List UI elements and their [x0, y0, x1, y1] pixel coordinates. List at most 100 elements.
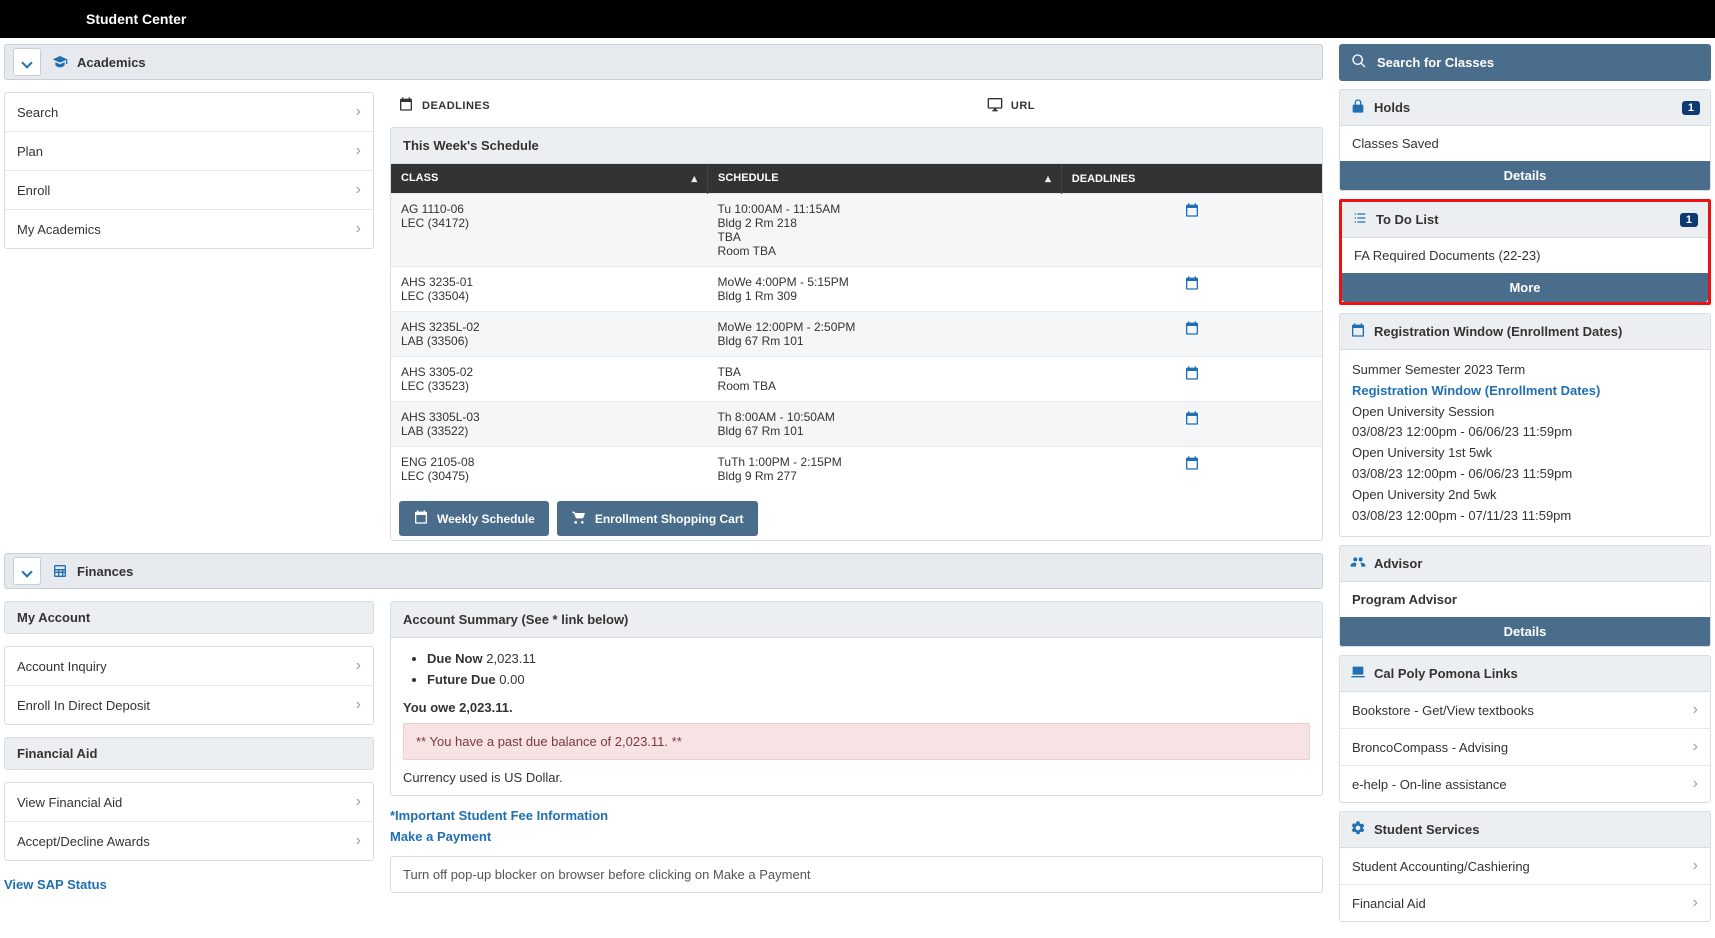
- advisor-title: Advisor: [1374, 556, 1422, 571]
- schedule-table: CLASS▴ SCHEDULE▴ DEADLINES AG 1110-06LEC…: [391, 164, 1322, 491]
- deadlines-cell[interactable]: [1061, 402, 1322, 447]
- cpp-link-bookstore[interactable]: Bookstore - Get/View textbooks ›: [1340, 692, 1710, 728]
- schedule-cell: TuTh 1:00PM - 2:15PMBldg 9 Rm 277: [708, 447, 1062, 492]
- cart-icon: [571, 509, 587, 528]
- col-class[interactable]: CLASS▴: [391, 164, 708, 194]
- search-classes-label: Search for Classes: [1377, 55, 1494, 70]
- menu-item-my-academics[interactable]: My Academics›: [5, 209, 373, 248]
- holds-details-button[interactable]: Details: [1340, 161, 1710, 190]
- shopping-cart-button[interactable]: Enrollment Shopping Cart: [557, 501, 758, 536]
- schedule-cell: MoWe 4:00PM - 5:15PMBldg 1 Rm 309: [708, 267, 1062, 312]
- deadlines-shortcut[interactable]: DEADLINES: [398, 96, 490, 115]
- chevron-right-icon: ›: [356, 181, 361, 199]
- menu-item-label: Enroll In Direct Deposit: [17, 698, 150, 713]
- menu-item-label: Accept/Decline Awards: [17, 834, 150, 849]
- class-cell: AHS 3305-02LEC (33523): [391, 357, 708, 402]
- reg-window-link[interactable]: Registration Window (Enrollment Dates): [1352, 383, 1600, 398]
- deadlines-cell[interactable]: [1061, 447, 1322, 492]
- academics-menu: Search› Plan › Enroll › My Academics›: [4, 92, 374, 249]
- menu-item-enroll[interactable]: Enroll ›: [5, 170, 373, 209]
- url-shortcut[interactable]: URL: [987, 96, 1035, 115]
- fee-info-link[interactable]: *Important Student Fee Information: [390, 808, 608, 823]
- deadlines-cell[interactable]: [1061, 312, 1322, 357]
- sort-icon: ▴: [692, 172, 698, 185]
- link-label: Financial Aid: [1352, 896, 1426, 911]
- you-owe-text: You owe 2,023.11.: [403, 700, 1310, 715]
- finances-label: Finances: [77, 564, 133, 579]
- reg-line: Open University 2nd 5wk: [1352, 485, 1698, 506]
- link-label: Bookstore - Get/View textbooks: [1352, 703, 1534, 718]
- chevron-down-icon: [23, 564, 31, 579]
- chevron-right-icon: ›: [1693, 701, 1698, 719]
- due-now-label: Due Now: [427, 651, 483, 666]
- my-account-menu: Account Inquiry› Enroll In Direct Deposi…: [4, 646, 374, 725]
- week-schedule-title: This Week's Schedule: [391, 128, 1322, 164]
- cpp-link-broncocompass[interactable]: BroncoCompass - Advising›: [1340, 728, 1710, 765]
- link-label: Student Accounting/Cashiering: [1352, 859, 1530, 874]
- collapse-academics-button[interactable]: [13, 48, 41, 76]
- shopping-cart-label: Enrollment Shopping Cart: [595, 512, 744, 526]
- week-schedule-card: This Week's Schedule CLASS▴ SCHEDULE▴ DE…: [390, 127, 1323, 541]
- collapse-finances-button[interactable]: [13, 557, 41, 585]
- menu-item-view-fa[interactable]: View Financial Aid›: [5, 783, 373, 821]
- menu-item-account-inquiry[interactable]: Account Inquiry›: [5, 647, 373, 685]
- class-cell: AHS 3235-01LEC (33504): [391, 267, 708, 312]
- table-row: AHS 3305L-03LAB (33522)Th 8:00AM - 10:50…: [391, 402, 1322, 447]
- academics-label: Academics: [77, 55, 146, 70]
- deadlines-cell[interactable]: [1061, 357, 1322, 402]
- past-due-alert: ** You have a past due balance of 2,023.…: [403, 723, 1310, 760]
- menu-item-label: View Financial Aid: [17, 795, 122, 810]
- class-cell: AHS 3235L-02LAB (33506): [391, 312, 708, 357]
- menu-item-label: Enroll: [17, 183, 50, 198]
- menu-item-accept-awards[interactable]: Accept/Decline Awards›: [5, 821, 373, 860]
- financial-aid-menu: View Financial Aid› Accept/Decline Award…: [4, 782, 374, 861]
- table-row: AG 1110-06LEC (34172)Tu 10:00AM - 11:15A…: [391, 194, 1322, 267]
- cpp-link-ehelp[interactable]: e-help - On-line assistance›: [1340, 765, 1710, 802]
- advisor-panel: Advisor Program Advisor Details: [1339, 545, 1711, 647]
- reg-line: 03/08/23 12:00pm - 07/11/23 11:59pm: [1352, 506, 1698, 527]
- col-schedule[interactable]: SCHEDULE▴: [708, 164, 1062, 194]
- weekly-schedule-button[interactable]: Weekly Schedule: [399, 501, 549, 536]
- todo-item[interactable]: FA Required Documents (22-23): [1342, 238, 1708, 273]
- page-title: Student Center: [86, 11, 186, 27]
- student-services-panel: Student Services Student Accounting/Cash…: [1339, 811, 1711, 922]
- table-row: AHS 3235-01LEC (33504)MoWe 4:00PM - 5:15…: [391, 267, 1322, 312]
- cpp-links-panel: Cal Poly Pomona Links Bookstore - Get/Vi…: [1339, 655, 1711, 803]
- chevron-down-icon: [23, 55, 31, 70]
- holds-badge: 1: [1682, 101, 1700, 115]
- link-label: BroncoCompass - Advising: [1352, 740, 1508, 755]
- reg-line: 03/08/23 12:00pm - 06/06/23 11:59pm: [1352, 422, 1698, 443]
- make-payment-link[interactable]: Make a Payment: [390, 829, 491, 844]
- schedule-cell: Th 8:00AM - 10:50AMBldg 67 Rm 101: [708, 402, 1062, 447]
- todo-title: To Do List: [1376, 212, 1439, 227]
- advisor-details-button[interactable]: Details: [1340, 617, 1710, 646]
- menu-item-label: Plan: [17, 144, 43, 159]
- list-icon: [1352, 210, 1368, 229]
- search-classes-button[interactable]: Search for Classes: [1339, 44, 1711, 81]
- chevron-right-icon: ›: [1693, 894, 1698, 912]
- globe-icon: [1350, 664, 1366, 683]
- menu-item-label: Search: [17, 105, 58, 120]
- chevron-right-icon: ›: [1693, 857, 1698, 875]
- service-link-cashiering[interactable]: Student Accounting/Cashiering ›: [1340, 848, 1710, 884]
- topbar: Student Center: [0, 0, 1715, 38]
- class-cell: ENG 2105-08LEC (30475): [391, 447, 708, 492]
- reg-line: 03/08/23 12:00pm - 06/06/23 11:59pm: [1352, 464, 1698, 485]
- class-cell: AHS 3305L-03LAB (33522): [391, 402, 708, 447]
- col-deadlines[interactable]: DEADLINES: [1061, 164, 1322, 194]
- menu-item-search[interactable]: Search›: [5, 93, 373, 131]
- deadlines-cell[interactable]: [1061, 267, 1322, 312]
- todo-more-button[interactable]: More: [1342, 273, 1708, 302]
- menu-item-plan[interactable]: Plan ›: [5, 131, 373, 170]
- account-summary-card: Account Summary (See * link below) Due N…: [390, 601, 1323, 796]
- table-row: AHS 3305-02LEC (33523)TBARoom TBA: [391, 357, 1322, 402]
- view-sap-link[interactable]: View SAP Status: [4, 877, 107, 892]
- deadlines-cell[interactable]: [1061, 194, 1322, 267]
- holds-item[interactable]: Classes Saved: [1340, 126, 1710, 161]
- menu-item-label: Account Inquiry: [17, 659, 107, 674]
- service-link-financial-aid[interactable]: Financial Aid ›: [1340, 884, 1710, 921]
- todo-badge: 1: [1680, 213, 1698, 227]
- reg-term: Summer Semester 2023 Term: [1352, 360, 1698, 381]
- chevron-right-icon: ›: [356, 142, 361, 160]
- menu-item-direct-deposit[interactable]: Enroll In Direct Deposit›: [5, 685, 373, 724]
